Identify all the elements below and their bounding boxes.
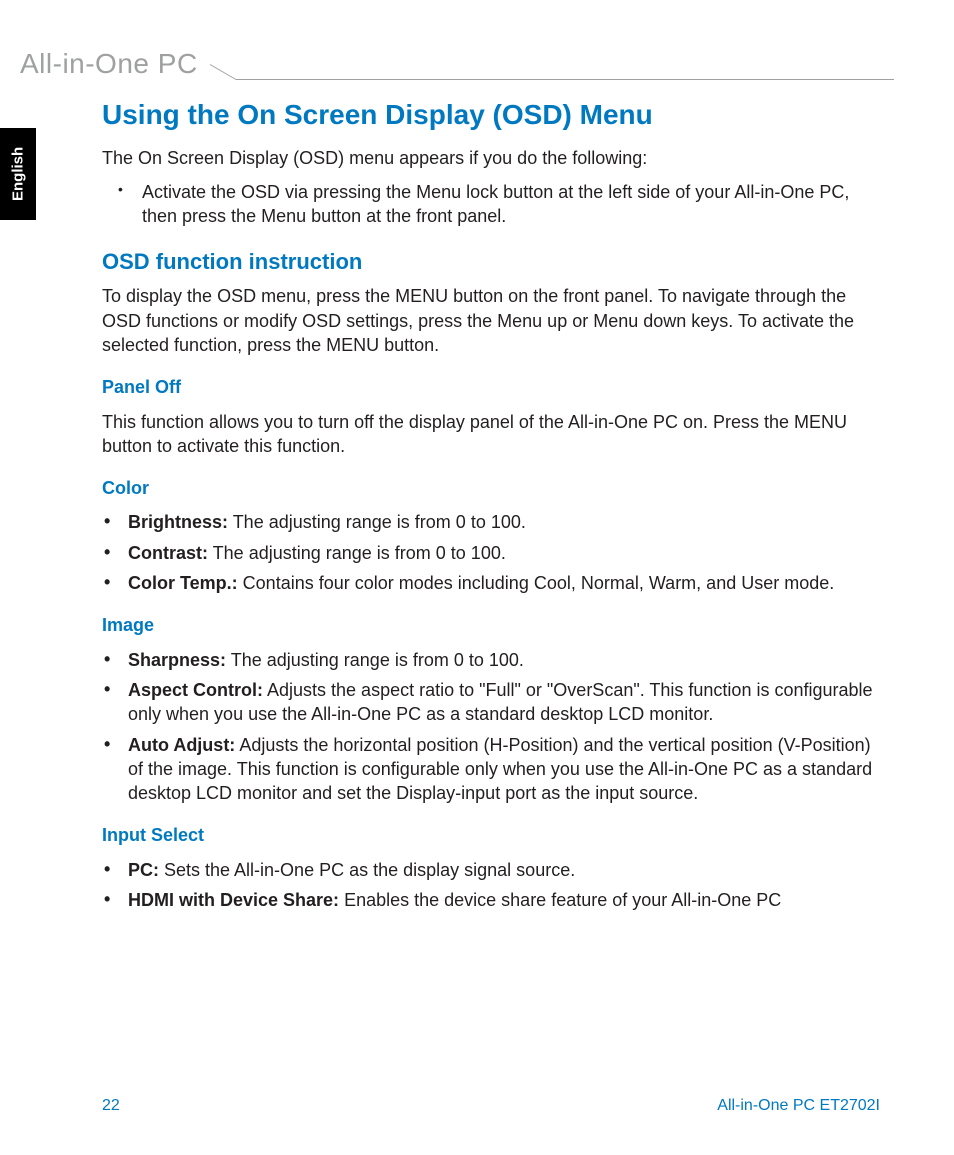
list-item: PC: Sets the All-in-One PC as the displa…	[102, 858, 880, 882]
osd-function-text: To display the OSD menu, press the MENU …	[102, 284, 880, 357]
item-label: Color Temp.:	[128, 573, 238, 593]
item-label: Brightness:	[128, 512, 228, 532]
product-line-title: All-in-One PC	[20, 48, 210, 80]
model-name: All-in-One PC ET2702I	[717, 1097, 880, 1115]
header-rule-decor	[210, 54, 894, 74]
item-label: HDMI with Device Share:	[128, 890, 339, 910]
list-item: Sharpness: The adjusting range is from 0…	[102, 648, 880, 672]
page-title: Using the On Screen Display (OSD) Menu	[102, 96, 880, 134]
list-item: Activate the OSD via pressing the Menu l…	[102, 180, 880, 229]
color-list: Brightness: The adjusting range is from …	[102, 510, 880, 595]
list-item: HDMI with Device Share: Enables the devi…	[102, 888, 880, 912]
section-heading-image: Image	[102, 613, 880, 637]
list-item: Aspect Control: Adjusts the aspect ratio…	[102, 678, 880, 727]
section-heading-panel-off: Panel Off	[102, 375, 880, 399]
list-item: Contrast: The adjusting range is from 0 …	[102, 541, 880, 565]
item-text: Adjusts the horizontal position (H-Posit…	[128, 735, 872, 804]
page-footer: 22 All-in-One PC ET2702I	[102, 1097, 880, 1115]
intro-bullet-list: Activate the OSD via pressing the Menu l…	[102, 180, 880, 229]
item-label: Auto Adjust:	[128, 735, 235, 755]
section-heading-osd-function: OSD function instruction	[102, 247, 880, 277]
item-label: Contrast:	[128, 543, 208, 563]
page-header: All-in-One PC	[20, 48, 894, 80]
item-text: Enables the device share feature of your…	[339, 890, 781, 910]
language-tab: English	[0, 128, 36, 220]
section-heading-input-select: Input Select	[102, 823, 880, 847]
item-text: Contains four color modes including Cool…	[238, 573, 835, 593]
item-label: Sharpness:	[128, 650, 226, 670]
item-text: The adjusting range is from 0 to 100.	[226, 650, 524, 670]
panel-off-text: This function allows you to turn off the…	[102, 410, 880, 459]
item-text: The adjusting range is from 0 to 100.	[228, 512, 526, 532]
input-select-list: PC: Sets the All-in-One PC as the displa…	[102, 858, 880, 913]
image-list: Sharpness: The adjusting range is from 0…	[102, 648, 880, 806]
section-heading-color: Color	[102, 476, 880, 500]
list-item: Auto Adjust: Adjusts the horizontal posi…	[102, 733, 880, 806]
page-number: 22	[102, 1097, 120, 1115]
list-item: Color Temp.: Contains four color modes i…	[102, 571, 880, 595]
item-label: PC:	[128, 860, 159, 880]
item-text: Sets the All-in-One PC as the display si…	[159, 860, 575, 880]
item-label: Aspect Control:	[128, 680, 263, 700]
list-item: Brightness: The adjusting range is from …	[102, 510, 880, 534]
item-text: The adjusting range is from 0 to 100.	[208, 543, 506, 563]
intro-paragraph: The On Screen Display (OSD) menu appears…	[102, 146, 880, 170]
page-content: Using the On Screen Display (OSD) Menu T…	[102, 96, 880, 918]
